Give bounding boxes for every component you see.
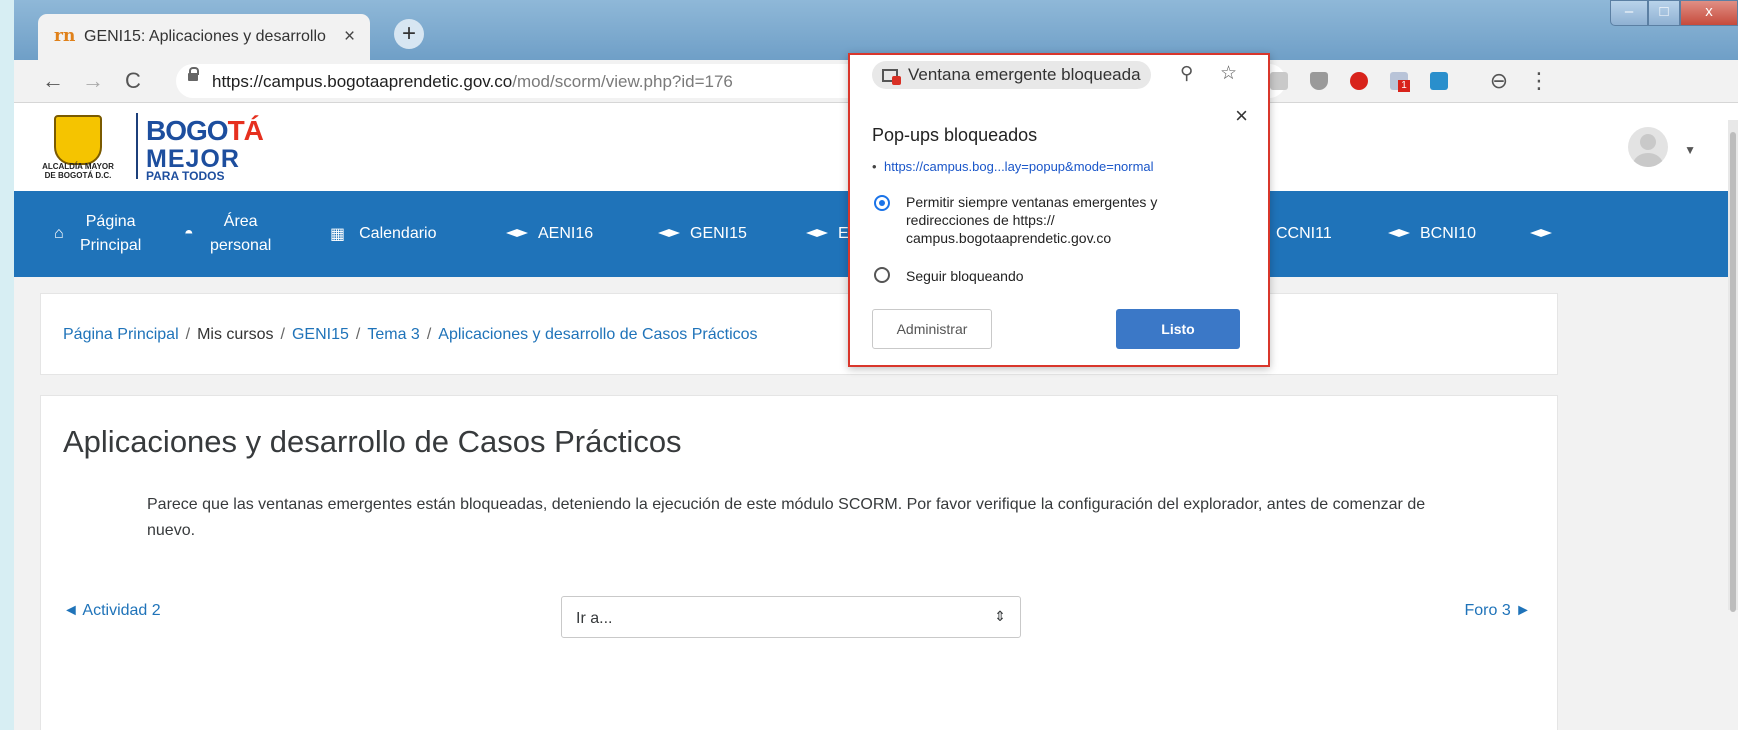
dashboard-icon: ◓ <box>184 225 194 242</box>
popup-blocked-icon <box>882 68 901 85</box>
nav-course-ccni11[interactable]: CCNI11 <box>1276 191 1332 277</box>
jump-to-select[interactable]: Ir a... ⇕ <box>561 596 1021 638</box>
graduation-cap-icon <box>1530 229 1552 237</box>
popup-blocked-chip[interactable]: Ventana emergente bloqueada <box>872 61 1151 89</box>
logo-bogota: BOGOTÁ <box>146 115 264 146</box>
nav-dashboard[interactable]: ◓ Área personal <box>184 191 274 277</box>
maximize-button[interactable]: □ <box>1648 0 1680 26</box>
select-caret-icon: ⇕ <box>994 608 1006 624</box>
back-icon[interactable]: ← <box>38 66 68 96</box>
bogota-crest-icon <box>54 115 102 165</box>
page-scrollbar[interactable] <box>1728 120 1738 612</box>
breadcrumb-home[interactable]: Página Principal <box>63 326 179 343</box>
nav-calendar[interactable]: ▦ Calendario <box>330 191 437 277</box>
popup-bubble-body: × Pop-ups bloqueados https://campus.bog.… <box>850 97 1268 365</box>
previous-activity-link[interactable]: ◄ Actividad 2 <box>63 602 161 620</box>
keep-blocking-label: Seguir bloqueando <box>906 268 1024 284</box>
graduation-cap-icon <box>506 229 528 237</box>
breadcrumb-my-courses: Mis cursos <box>197 326 274 343</box>
user-menu-caret-icon[interactable]: ▼ <box>1684 143 1696 157</box>
jump-to-placeholder: Ir a... <box>576 610 613 627</box>
user-avatar[interactable] <box>1628 127 1668 167</box>
nav-course-e[interactable]: E <box>806 191 849 277</box>
forward-icon[interactable]: → <box>78 66 108 96</box>
nav-course-bcni10[interactable]: BCNI10 <box>1388 191 1476 277</box>
puzzle-extension-icon[interactable]: 1 <box>1390 72 1410 92</box>
breadcrumb-card: Página Principal / Mis cursos / GENI15/Tema … <box>40 293 1558 375</box>
nav-course-aeni16[interactable]: AENI16 <box>506 191 593 277</box>
browser-tab[interactable]: rn GENI15: Aplicaciones y desarrollo × <box>38 14 370 60</box>
window-close-button[interactable]: x <box>1680 0 1738 26</box>
yab-extension-icon[interactable] <box>1350 72 1368 90</box>
window-controls: – □ x <box>1610 0 1738 26</box>
calendar-icon: ▦ <box>330 226 346 243</box>
url-text: https://campus.bogotaaprendetic.gov.co/m… <box>212 72 733 91</box>
page-title: Aplicaciones y desarrollo de Casos Práct… <box>63 424 682 459</box>
minimize-button[interactable]: – <box>1610 0 1648 26</box>
logo-para-todos: PARA TODOS <box>146 169 225 183</box>
nav-more[interactable] <box>1530 191 1562 277</box>
breadcrumb-topic[interactable]: Tema 3 <box>367 326 419 343</box>
site-favicon-icon: rn <box>54 26 76 46</box>
graduation-cap-icon <box>806 229 828 237</box>
popup-blocked-notice: Parece que las ventanas emergentes están… <box>147 496 1426 539</box>
new-tab-button[interactable]: + <box>394 19 424 49</box>
tab-title: GENI15: Aplicaciones y desarrollo <box>84 28 326 45</box>
blocked-popup-link[interactable]: https://campus.bog...lay=popup&mode=norm… <box>872 159 1154 174</box>
breadcrumb-course[interactable]: GENI15 <box>292 326 349 343</box>
home-icon: ⌂ <box>54 225 64 242</box>
search-icon[interactable]: ⚲ <box>1180 63 1193 84</box>
graduation-cap-icon <box>658 229 680 237</box>
allow-popups-label: Permitir siempre ventanas emergentes y r… <box>906 194 1158 246</box>
nav-course-geni15[interactable]: GENI15 <box>658 191 747 277</box>
extension-icon[interactable] <box>1270 72 1288 90</box>
allow-popups-radio[interactable] <box>874 195 890 211</box>
crest-caption: ALCALDÍA MAYOR DE BOGOTÁ D.C. <box>42 162 114 180</box>
manage-button[interactable]: Administrar <box>872 309 992 349</box>
bookmark-star-icon[interactable]: ☆ <box>1220 62 1237 85</box>
graduation-cap-icon <box>1388 229 1410 237</box>
tab-strip: rn GENI15: Aplicaciones y desarrollo × +… <box>14 0 1738 60</box>
breadcrumb: Página Principal / Mis cursos / GENI15/Tema … <box>63 326 758 343</box>
done-button[interactable]: Listo <box>1116 309 1240 349</box>
next-activity-link[interactable]: Foro 3 ► <box>1464 602 1531 620</box>
keep-blocking-radio[interactable] <box>874 267 890 283</box>
account-icon[interactable]: ⊖ <box>1484 66 1514 96</box>
shield-extension-icon[interactable] <box>1310 72 1328 90</box>
close-icon[interactable]: × <box>1235 103 1248 129</box>
menu-icon[interactable]: ⋮ <box>1524 66 1554 96</box>
tab-close-icon[interactable]: × <box>344 26 355 48</box>
lock-icon <box>188 67 199 81</box>
nav-home[interactable]: ⌂ Página Principal <box>54 191 144 277</box>
reload-icon[interactable]: C <box>118 66 148 96</box>
popup-blocked-bubble: Ventana emergente bloqueada ⚲ ☆ × Pop-up… <box>848 53 1270 367</box>
popup-bubble-title: Pop-ups bloqueados <box>872 125 1038 145</box>
browser-window: rn GENI15: Aplicaciones y desarrollo × +… <box>14 0 1738 730</box>
main-content-card: Aplicaciones y desarrollo de Casos Práct… <box>40 395 1558 730</box>
extension-badge: 1 <box>1398 80 1410 92</box>
breadcrumb-current[interactable]: Aplicaciones y desarrollo de Casos Práct… <box>438 326 757 343</box>
cast-extension-icon[interactable] <box>1430 72 1448 90</box>
logo-divider <box>136 113 138 179</box>
